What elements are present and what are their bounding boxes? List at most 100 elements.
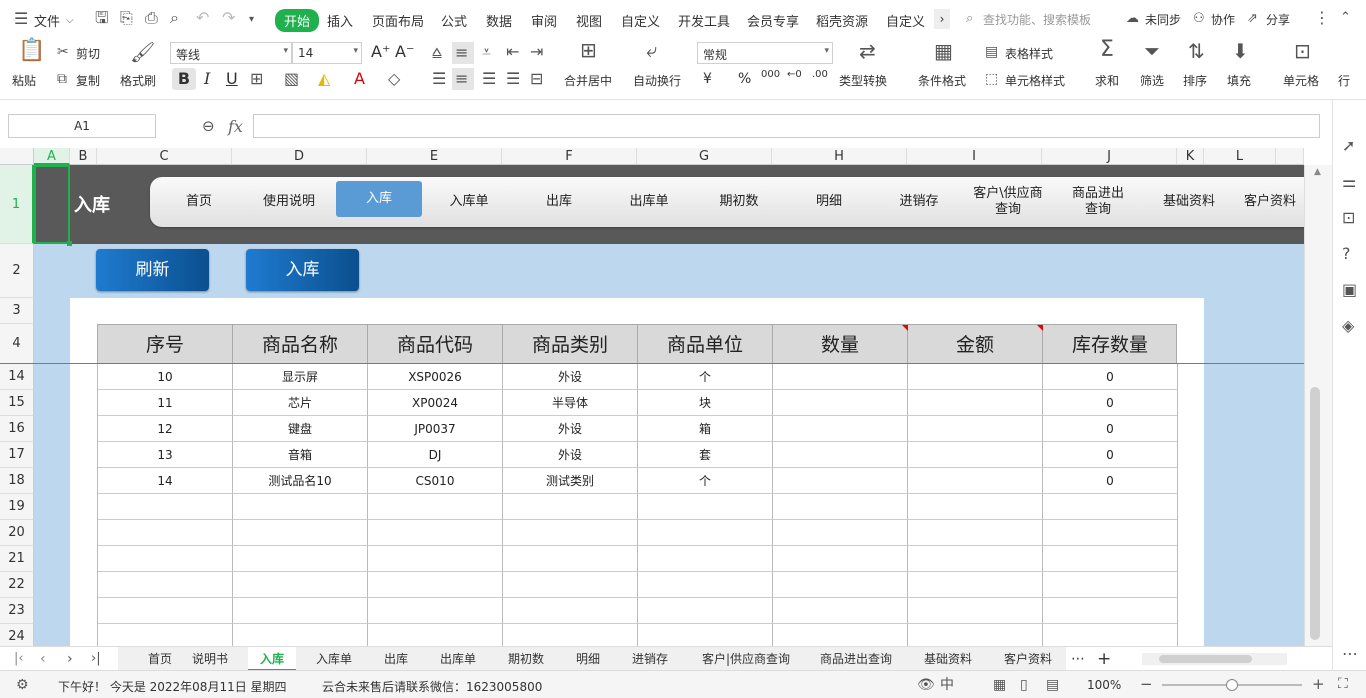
tab-data[interactable]: 数据 bbox=[486, 11, 512, 30]
fullscreen-icon[interactable]: ⛶ bbox=[1338, 676, 1348, 692]
location-icon[interactable]: ◈ bbox=[1342, 318, 1354, 334]
table-cell[interactable] bbox=[1043, 598, 1178, 624]
col-header-M[interactable] bbox=[1276, 148, 1304, 165]
wrap-text-button[interactable]: 自动换行 bbox=[633, 72, 681, 89]
table-cell[interactable] bbox=[908, 572, 1043, 598]
export-pdf-icon[interactable]: ⎘ bbox=[120, 10, 133, 26]
sum-button[interactable]: 求和 bbox=[1095, 72, 1119, 89]
nav-usage[interactable]: 使用说明 bbox=[245, 178, 333, 226]
formula-input[interactable] bbox=[253, 114, 1320, 138]
table-cell[interactable] bbox=[503, 546, 638, 572]
sheet-tab[interactable]: 基础资料 bbox=[924, 647, 972, 671]
align-center-icon[interactable]: ≡ bbox=[452, 68, 474, 90]
chevron-down-icon[interactable]: ⌵ bbox=[66, 13, 74, 29]
table-cell[interactable] bbox=[773, 520, 908, 546]
table-cell[interactable] bbox=[233, 520, 368, 546]
tab-docer[interactable]: 稻壳资源 bbox=[816, 11, 868, 30]
font-color-icon[interactable]: A bbox=[354, 69, 365, 88]
fill-pattern-icon[interactable]: ▧ bbox=[284, 71, 299, 87]
nav-base-data[interactable]: 基础资料 bbox=[1145, 178, 1233, 226]
more-tabs-icon[interactable]: › bbox=[934, 9, 950, 29]
paste-button[interactable]: 粘贴 bbox=[12, 72, 36, 89]
sheet-tab[interactable]: 入库单 bbox=[316, 647, 352, 671]
input-method-icon[interactable]: 中 bbox=[940, 677, 954, 693]
tab-page-layout[interactable]: 页面布局 bbox=[372, 11, 424, 30]
percent-icon[interactable]: % bbox=[738, 71, 751, 87]
table-cell[interactable] bbox=[773, 494, 908, 520]
align-top-icon[interactable]: ⩠ bbox=[432, 44, 442, 60]
table-cell[interactable] bbox=[233, 494, 368, 520]
row-header[interactable]: 14 bbox=[0, 364, 34, 390]
table-cell[interactable] bbox=[908, 494, 1043, 520]
h-scroll-thumb[interactable] bbox=[1159, 655, 1252, 663]
table-cell[interactable] bbox=[908, 442, 1043, 468]
justify-icon[interactable]: ☰ bbox=[506, 71, 520, 87]
table-cell[interactable] bbox=[773, 416, 908, 442]
table-cell[interactable] bbox=[368, 494, 503, 520]
table-cell[interactable]: 0 bbox=[1043, 390, 1178, 416]
table-cell[interactable] bbox=[773, 468, 908, 494]
collapse-ribbon-icon[interactable]: ⌃ bbox=[1340, 10, 1351, 26]
table-cell[interactable] bbox=[908, 468, 1043, 494]
sheet-tab[interactable]: 出库 bbox=[384, 647, 408, 671]
cell-style-button[interactable]: 单元格样式 bbox=[1005, 72, 1065, 89]
help-icon[interactable]: ? bbox=[1342, 246, 1351, 262]
nav-inventory[interactable]: 进销存 bbox=[875, 178, 963, 226]
nav-inbound[interactable]: 入库 bbox=[336, 181, 422, 217]
sort-button[interactable]: 排序 bbox=[1183, 72, 1207, 89]
refresh-button[interactable]: 刷新 bbox=[96, 249, 209, 291]
first-sheet-icon[interactable]: |‹ bbox=[14, 647, 24, 671]
col-header-I[interactable]: I bbox=[907, 148, 1042, 165]
table-cell[interactable]: 0 bbox=[1043, 364, 1178, 390]
table-cell[interactable] bbox=[638, 572, 773, 598]
last-sheet-icon[interactable]: ›| bbox=[91, 647, 101, 671]
table-cell[interactable]: 外设 bbox=[503, 442, 638, 468]
row-header[interactable]: 23 bbox=[0, 598, 34, 624]
prev-sheet-icon[interactable]: ‹ bbox=[40, 647, 46, 671]
col-header-H[interactable]: H bbox=[772, 148, 907, 165]
table-cell[interactable] bbox=[773, 598, 908, 624]
sheet-tab[interactable]: 出库单 bbox=[440, 647, 476, 671]
table-cell[interactable]: 12 bbox=[98, 416, 233, 442]
more-dropdown-icon[interactable]: ▾ bbox=[249, 12, 254, 28]
row-header[interactable]: 16 bbox=[0, 416, 34, 442]
table-cell[interactable] bbox=[1043, 494, 1178, 520]
table-cell[interactable] bbox=[908, 390, 1043, 416]
table-cell[interactable]: 半导体 bbox=[503, 390, 638, 416]
nav-outbound[interactable]: 出库 bbox=[515, 178, 603, 226]
scroll-thumb[interactable] bbox=[1310, 387, 1320, 640]
fill-color-icon[interactable]: ◭ bbox=[318, 71, 330, 87]
row-header[interactable]: 17 bbox=[0, 442, 34, 468]
table-cell[interactable] bbox=[98, 494, 233, 520]
table-cell[interactable] bbox=[773, 442, 908, 468]
table-cell[interactable]: 键盘 bbox=[233, 416, 368, 442]
distributed-icon[interactable]: ⊟ bbox=[530, 71, 543, 87]
table-cell[interactable]: 0 bbox=[1043, 442, 1178, 468]
comment-indicator[interactable] bbox=[1037, 325, 1043, 331]
more-sheets-icon[interactable]: ⋯ bbox=[1071, 647, 1085, 671]
redo-icon[interactable]: ↷ bbox=[222, 10, 235, 26]
table-cell[interactable] bbox=[638, 624, 773, 646]
col-header-A[interactable]: A bbox=[34, 148, 70, 165]
sheet-tab[interactable]: 明细 bbox=[576, 647, 600, 671]
tab-formula[interactable]: 公式 bbox=[441, 11, 467, 30]
table-cell[interactable] bbox=[773, 624, 908, 646]
col-header-F[interactable]: F bbox=[502, 148, 637, 165]
save-icon[interactable]: 🖫 bbox=[95, 10, 109, 26]
share-button[interactable]: 分享 bbox=[1266, 11, 1290, 28]
table-cell[interactable]: 块 bbox=[638, 390, 773, 416]
underline-icon[interactable]: U bbox=[226, 69, 238, 88]
table-cell[interactable]: 10 bbox=[98, 364, 233, 390]
table-cell[interactable] bbox=[368, 572, 503, 598]
conditional-format-button[interactable]: 条件格式 bbox=[918, 72, 966, 89]
name-box[interactable]: A1 bbox=[8, 114, 156, 138]
align-left-icon[interactable]: ☰ bbox=[432, 71, 446, 87]
tab-custom[interactable]: 自定义 bbox=[621, 11, 660, 30]
row-header[interactable]: 1 bbox=[0, 165, 34, 244]
add-sheet-icon[interactable]: + bbox=[1097, 647, 1111, 671]
border-icon[interactable]: ⊞ bbox=[250, 71, 263, 87]
table-cell[interactable] bbox=[908, 364, 1043, 390]
fx-icon[interactable]: fx bbox=[228, 117, 243, 136]
sheet-tab[interactable]: 商品进出查询 bbox=[820, 647, 892, 671]
sheet-tab[interactable]: 客户|供应商查询 bbox=[702, 647, 790, 671]
